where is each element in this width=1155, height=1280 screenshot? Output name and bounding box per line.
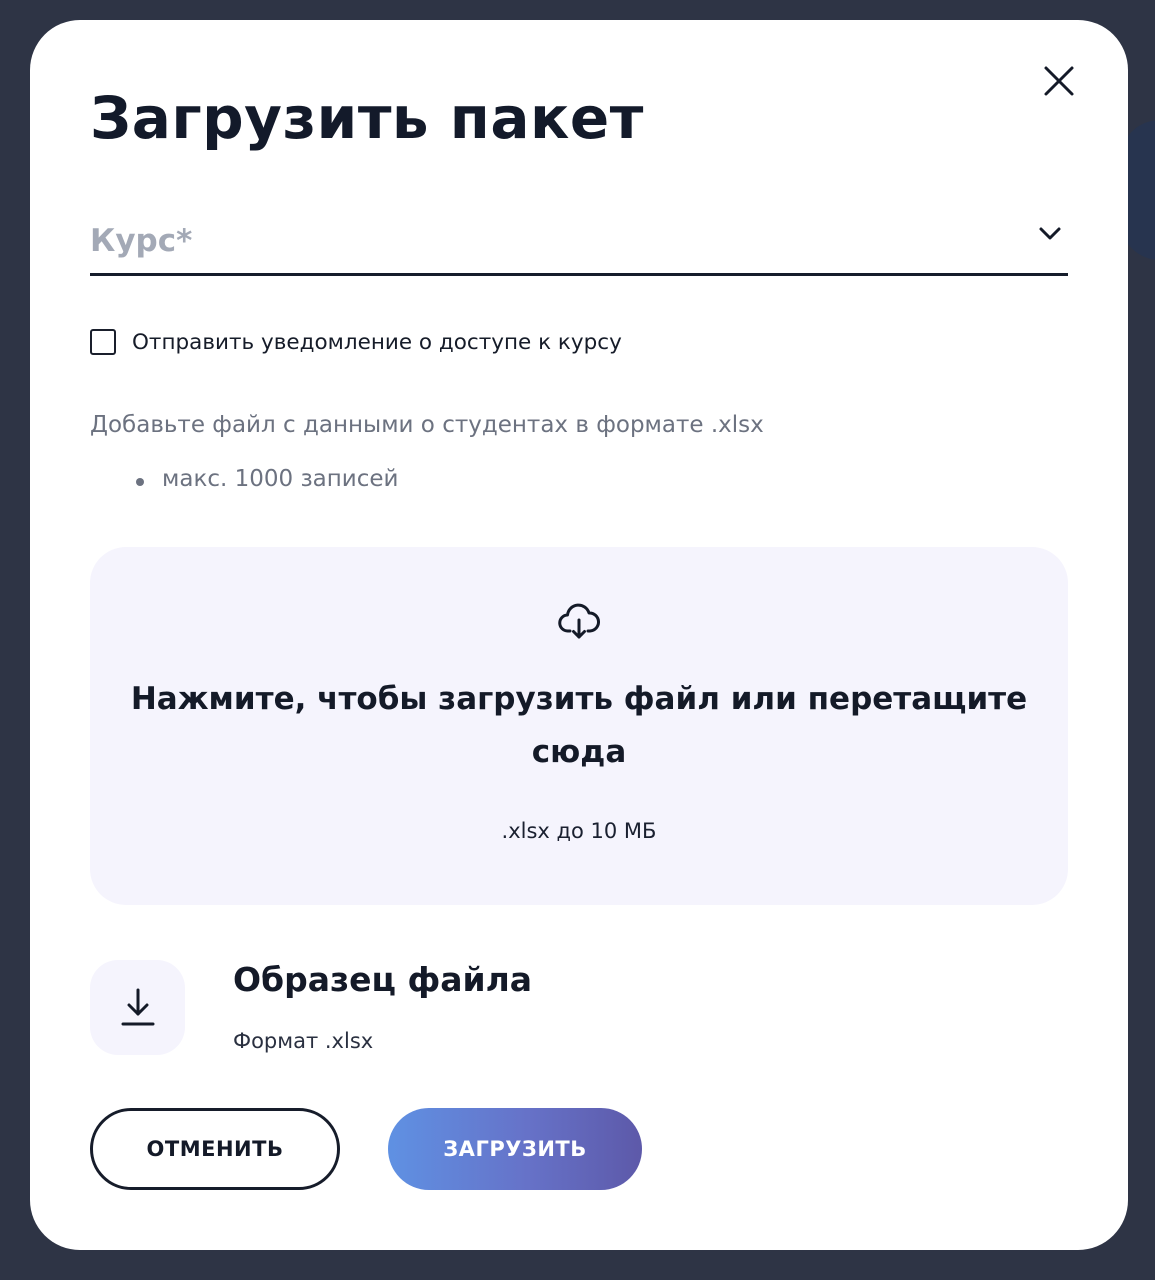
notify-checkbox-row: Отправить уведомление о доступе к курсу: [90, 326, 622, 358]
sample-file-format: Формат .xlsx: [233, 1029, 374, 1053]
dropzone-subtitle: .xlsx до 10 МБ: [501, 819, 657, 843]
close-icon: [1044, 66, 1074, 96]
chevron-down-icon: [1039, 227, 1061, 240]
notify-checkbox-label[interactable]: Отправить уведомление о доступе к курсу: [132, 330, 622, 355]
file-hint-list: макс. 1000 записей: [130, 466, 399, 492]
close-button[interactable]: [1038, 60, 1080, 102]
file-hint-bullet: макс. 1000 записей: [130, 466, 399, 492]
file-hint-text: Добавьте файл с данными о студентах в фо…: [90, 412, 764, 438]
upload-package-modal: Загрузить пакет Курс* Отправить уведомле…: [30, 20, 1128, 1250]
modal-title: Загрузить пакет: [90, 84, 644, 152]
file-dropzone[interactable]: Нажмите, чтобы загрузить файл или перета…: [90, 547, 1068, 905]
download-icon: [121, 988, 155, 1026]
upload-button[interactable]: ЗАГРУЗИТЬ: [388, 1108, 642, 1190]
cancel-button[interactable]: ОТМЕНИТЬ: [90, 1108, 340, 1190]
course-select-placeholder: Курс*: [90, 223, 193, 259]
cloud-download-icon: [558, 603, 600, 639]
sample-file-title[interactable]: Образец файла: [233, 960, 532, 999]
sample-download-button[interactable]: [90, 960, 185, 1055]
course-select[interactable]: Курс*: [90, 215, 1068, 276]
dropzone-title: Нажмите, чтобы загрузить файл или перета…: [130, 681, 1028, 770]
notify-checkbox[interactable]: [90, 329, 116, 355]
